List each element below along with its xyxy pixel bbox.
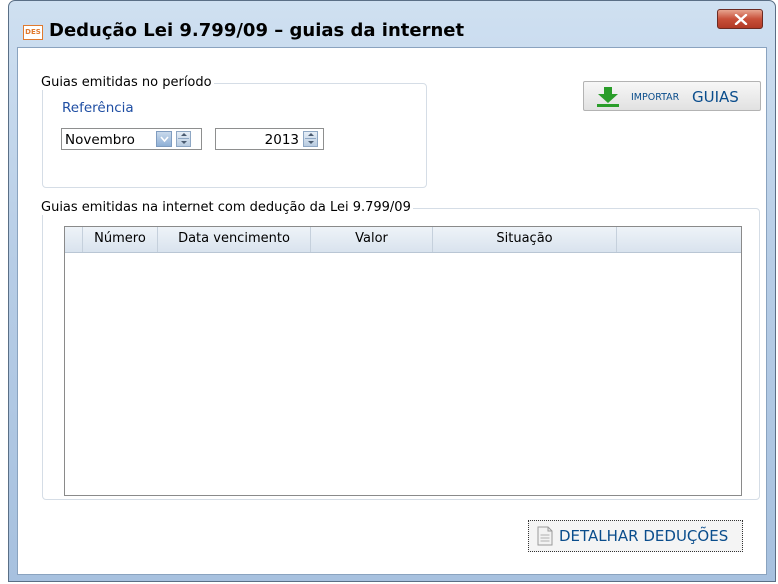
dialog-window: DES Dedução Lei 9.799/09 – guias da inte… bbox=[8, 0, 776, 582]
detail-button-label: DETALHAR DEDUÇÕES bbox=[559, 527, 729, 545]
column-header-numero[interactable]: Número bbox=[83, 227, 158, 252]
spin-down-icon bbox=[181, 141, 187, 144]
column-header-situacao[interactable]: Situação bbox=[433, 227, 617, 252]
column-header-data-vencimento[interactable]: Data vencimento bbox=[158, 227, 311, 252]
dialog-content: Guias emitidas no período Referência Nov… bbox=[17, 47, 767, 575]
period-group-label: Guias emitidas no período bbox=[39, 75, 214, 90]
column-header-corner bbox=[65, 227, 83, 252]
guides-table[interactable]: Número Data vencimento Valor Situação bbox=[64, 226, 742, 496]
download-arrow-icon bbox=[597, 87, 619, 107]
month-select[interactable]: Novembro bbox=[61, 128, 202, 150]
chevron-down-icon bbox=[160, 136, 169, 143]
month-spin-button[interactable] bbox=[176, 131, 191, 147]
year-spin-button[interactable] bbox=[303, 131, 318, 147]
window-title: Dedução Lei 9.799/09 – guias da internet bbox=[49, 20, 465, 41]
document-icon bbox=[537, 526, 553, 546]
table-header: Número Data vencimento Valor Situação bbox=[65, 227, 741, 253]
spin-up-icon bbox=[308, 133, 314, 136]
close-button[interactable] bbox=[717, 9, 763, 29]
title-bar[interactable]: DES Dedução Lei 9.799/09 – guias da inte… bbox=[9, 1, 775, 45]
spin-down-icon bbox=[308, 141, 314, 144]
spin-up-icon bbox=[181, 133, 187, 136]
month-select-value: Novembro bbox=[65, 132, 135, 148]
month-dropdown-button[interactable] bbox=[156, 131, 172, 147]
import-button-big-label: GUIAS bbox=[692, 88, 739, 106]
column-header-valor[interactable]: Valor bbox=[311, 227, 433, 252]
year-input[interactable]: 2013 bbox=[215, 128, 324, 150]
guides-group-label: Guias emitidas na internet com dedução d… bbox=[39, 200, 413, 215]
app-logo-icon: DES bbox=[23, 25, 43, 40]
year-input-value: 2013 bbox=[264, 132, 299, 148]
detail-deductions-button[interactable]: DETALHAR DEDUÇÕES bbox=[528, 520, 743, 552]
import-guides-button[interactable]: IMPORTAR GUIAS bbox=[583, 81, 761, 111]
reference-label: Referência bbox=[62, 100, 134, 116]
close-icon bbox=[734, 14, 748, 25]
import-button-small-label: IMPORTAR bbox=[631, 92, 680, 103]
